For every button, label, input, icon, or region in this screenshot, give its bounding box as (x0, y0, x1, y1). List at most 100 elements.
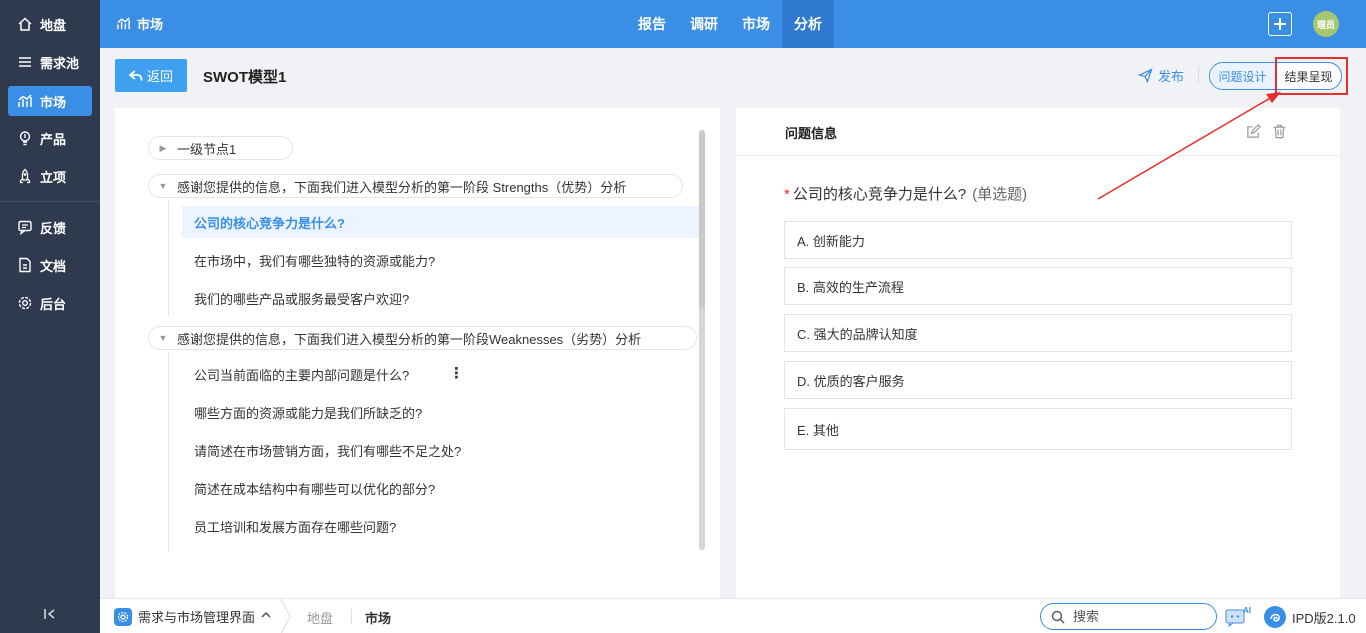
sidebar-item-label: 文档 (40, 258, 67, 274)
breadcrumb-divider (351, 609, 352, 624)
version-label: IPD版2.1.0 (1292, 610, 1356, 626)
app-label: 需求与市场管理界面 (138, 610, 256, 625)
module-brand: 市场 (116, 14, 163, 33)
search-box[interactable] (1040, 603, 1217, 630)
top-bar: 市场 报告 调研 市场 分析 理员 (100, 0, 1366, 48)
avatar[interactable]: 理员 (1313, 11, 1339, 37)
sidebar-item-project[interactable]: 立项 (8, 161, 92, 191)
bottom-bar: 需求与市场管理界面 地盘 市场 AI IPD版2.1.0 (100, 598, 1366, 633)
send-icon (1138, 68, 1153, 83)
sidebar: 地盘 需求池 市场 产品 立项 反馈 文档 后台 (0, 0, 100, 633)
back-arrow-icon (128, 69, 143, 82)
module-title: 市场 (137, 17, 164, 32)
top-nav: 报告 调研 市场 分析 (626, 0, 834, 48)
answer-option[interactable]: B. 高效的生产流程 (784, 267, 1292, 305)
sidebar-item-market[interactable]: 市场 (8, 86, 92, 116)
sidebar-item-demand-pool[interactable]: 需求池 (8, 47, 92, 77)
caret-down-icon[interactable]: ▼ (149, 333, 177, 343)
breadcrumb-chevron-icon (280, 599, 291, 633)
chart-icon (16, 92, 34, 110)
product-logo-icon (1264, 606, 1286, 628)
app-switcher[interactable]: 需求与市场管理界面 (114, 607, 271, 626)
highlight-box (1275, 57, 1348, 95)
nav-research[interactable]: 调研 (678, 0, 730, 48)
tree-question[interactable]: 公司当前面临的主要内部问题是什么? (194, 365, 409, 384)
breadcrumb-market[interactable]: 市场 (365, 608, 391, 627)
publish-button[interactable]: 发布 (1138, 66, 1184, 85)
sidebar-item-label: 地盘 (40, 17, 67, 33)
tree-node-weaknesses[interactable]: ▼ 感谢您提供的信息，下面我们进入模型分析的第一阶段Weaknesses（劣势）… (148, 326, 697, 350)
page-title: SWOT模型1 (203, 69, 287, 86)
sidebar-item-docs[interactable]: 文档 (8, 250, 92, 280)
caret-right-icon[interactable]: ▶ (149, 143, 177, 154)
sidebar-item-label: 后台 (40, 296, 67, 312)
sidebar-item-feedback[interactable]: 反馈 (8, 212, 92, 242)
list-icon (16, 53, 34, 71)
sidebar-item-product[interactable]: 产品 (8, 123, 92, 153)
tree-node-label: 一级节点1 (177, 141, 237, 157)
question-type: (单选题) (972, 186, 1028, 203)
tree-question[interactable]: 请简述在市场营销方面，我们有哪些不足之处? (194, 441, 461, 460)
caret-down-icon[interactable]: ▼ (149, 181, 177, 191)
tab-question-design[interactable]: 问题设计 (1210, 63, 1276, 89)
tree-node-level1[interactable]: ▶ 一级节点1 (148, 136, 293, 160)
bulb-icon (16, 129, 34, 147)
more-options-icon[interactable]: ⋮ (449, 364, 464, 382)
collapse-sidebar-icon[interactable] (40, 604, 60, 624)
answer-option[interactable]: C. 强大的品牌认知度 (784, 314, 1292, 352)
tree-scrollbar-track (699, 308, 705, 550)
sidebar-divider (0, 201, 100, 202)
answer-option[interactable]: E. 其他 (784, 408, 1292, 450)
detail-header: 问题信息 (736, 108, 1340, 156)
tree-guide-line (168, 352, 169, 552)
page-scrollbar[interactable] (1356, 48, 1366, 598)
tree-question-selected[interactable]: 公司的核心竞争力是什么? (182, 206, 699, 238)
settings-icon (16, 294, 34, 312)
tree-node-label: 感谢您提供的信息，下面我们进入模型分析的第一阶段Weaknesses（劣势）分析 (177, 331, 642, 347)
ai-assistant-icon[interactable]: AI (1224, 605, 1254, 628)
back-label: 返回 (146, 69, 173, 84)
chart-icon (116, 16, 131, 31)
plus-icon (1273, 17, 1287, 31)
tree-node-label: 感谢您提供的信息，下面我们进入模型分析的第一阶段 Strengths（优势）分析 (177, 179, 627, 195)
header-divider (1198, 66, 1199, 84)
back-button[interactable]: 返回 (115, 59, 187, 92)
app-icon (114, 607, 132, 626)
question-text: * 公司的核心竞争力是什么? (单选题) (784, 183, 1027, 204)
tree-question[interactable]: 在市场中，我们有哪些独特的资源或能力? (194, 251, 435, 270)
add-button[interactable] (1268, 12, 1292, 36)
required-mark: * (784, 186, 790, 203)
sidebar-item-label: 需求池 (40, 55, 80, 71)
edit-icon[interactable] (1246, 124, 1261, 139)
feedback-icon (16, 218, 34, 236)
nav-market[interactable]: 市场 (730, 0, 782, 48)
sidebar-item-home[interactable]: 地盘 (8, 9, 92, 39)
question-tree-panel: ▶ 一级节点1 ▼ 感谢您提供的信息，下面我们进入模型分析的第一阶段 Stren… (115, 108, 720, 598)
sidebar-item-admin[interactable]: 后台 (8, 288, 92, 318)
detail-title: 问题信息 (785, 126, 838, 141)
breadcrumb-home[interactable]: 地盘 (307, 608, 333, 627)
nav-analysis[interactable]: 分析 (782, 0, 834, 48)
tree-guide-line (168, 200, 169, 316)
tree-question[interactable]: 员工培训和发展方面存在哪些问题? (194, 517, 396, 536)
answer-option[interactable]: D. 优质的客户服务 (784, 361, 1292, 399)
tree-question[interactable]: 简述在成本结构中有哪些可以优化的部分? (194, 479, 435, 498)
tree-node-strengths[interactable]: ▼ 感谢您提供的信息，下面我们进入模型分析的第一阶段 Strengths（优势）… (148, 174, 683, 198)
nav-report[interactable]: 报告 (626, 0, 678, 48)
tree-question[interactable]: 我们的哪些产品或服务最受客户欢迎? (194, 289, 409, 308)
chevron-up-icon (261, 611, 271, 622)
publish-label: 发布 (1158, 69, 1185, 84)
sidebar-item-label: 立项 (40, 169, 67, 185)
search-icon (1051, 610, 1065, 624)
question-title: 公司的核心竞争力是什么? (792, 186, 967, 203)
sidebar-item-label: 产品 (40, 131, 67, 147)
home-icon (16, 15, 34, 33)
search-input[interactable] (1073, 609, 1193, 624)
document-icon (16, 256, 34, 274)
trash-icon[interactable] (1272, 124, 1287, 139)
answer-option[interactable]: A. 创新能力 (784, 221, 1292, 259)
ai-label: AI (1243, 606, 1251, 615)
question-detail-panel: 问题信息 * 公司的核心竞争力是什么? (单选题) A. 创新能力 B. 高效的生产… (736, 108, 1340, 598)
sidebar-item-label: 市场 (40, 94, 67, 110)
tree-question[interactable]: 哪些方面的资源或能力是我们所缺乏的? (194, 403, 422, 422)
